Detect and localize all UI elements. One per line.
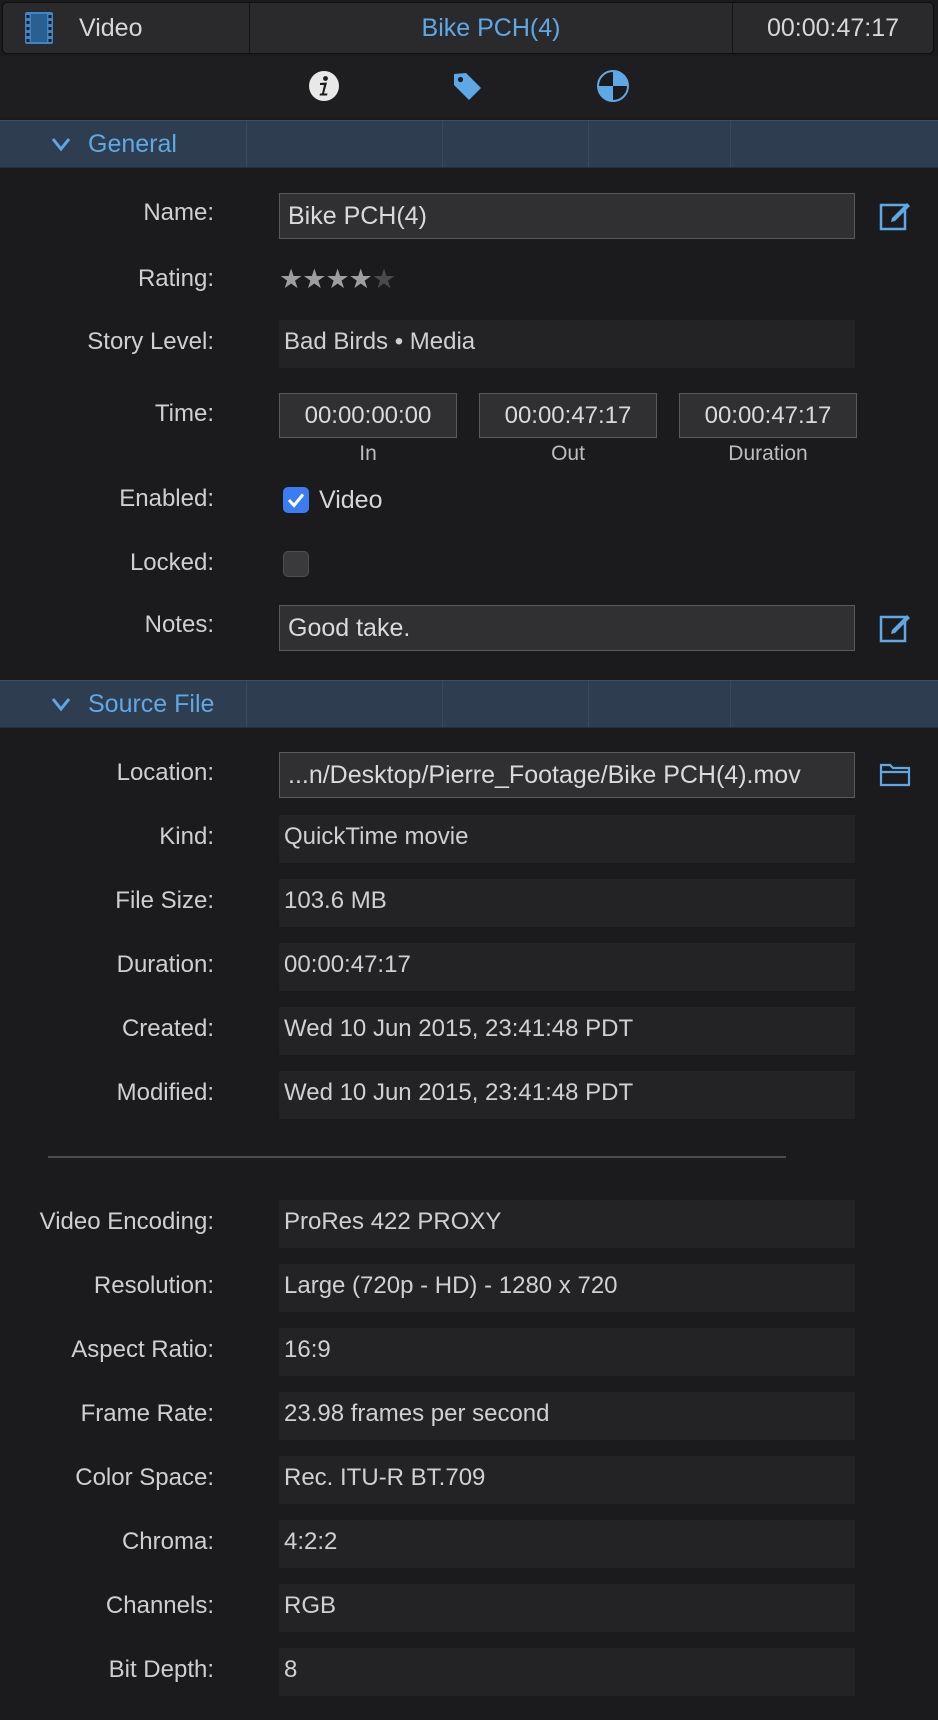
kind-label: Kind: (159, 823, 214, 850)
video-encoding-value: ProRes 422 PROXY (279, 1200, 855, 1248)
clip-name-segment: Bike PCH(4) (250, 3, 733, 53)
section-header-general[interactable]: General (0, 120, 938, 168)
edit-notes-icon[interactable] (878, 610, 912, 644)
tab-tags[interactable] (447, 66, 487, 106)
channels-label: Channels: (105, 1592, 214, 1619)
name-field[interactable]: Bike PCH(4) (279, 193, 855, 239)
name-label: Name: (143, 199, 214, 226)
locked-checkbox[interactable] (283, 551, 309, 577)
resolution-label: Resolution: (93, 1272, 214, 1299)
duration-label: Duration: (116, 951, 214, 978)
header-grid-line (588, 681, 589, 727)
rating-stars[interactable]: ★★★★★ (279, 264, 396, 295)
duration-value: 00:00:47:17 (279, 943, 855, 991)
star-icon[interactable]: ★ (302, 264, 326, 294)
time-in-field[interactable]: 00:00:00:00 (279, 393, 457, 438)
file-size-label: File Size: (115, 887, 214, 914)
location-field[interactable]: ...n/Desktop/Pierre_Footage/Bike PCH(4).… (279, 752, 855, 798)
info-icon (309, 71, 339, 101)
time-in-caption: In (359, 442, 377, 465)
header-grid-line (246, 681, 247, 727)
edit-name-icon[interactable] (878, 198, 912, 232)
bit-depth-label: Bit Depth: (108, 1656, 214, 1683)
film-strip-icon (25, 12, 53, 44)
clip-timecode: 00:00:47:17 (766, 13, 900, 42)
notes-label: Notes: (144, 611, 214, 638)
section-divider (48, 1156, 786, 1158)
created-value: Wed 10 Jun 2015, 23:41:48 PDT (279, 1007, 855, 1055)
tab-color[interactable] (593, 66, 633, 106)
color-space-label: Color Space: (75, 1464, 214, 1491)
aspect-ratio-label: Aspect Ratio: (71, 1336, 214, 1363)
notes-field[interactable]: Good take. (279, 605, 855, 651)
header-grid-line (442, 681, 443, 727)
header-grid-line (730, 681, 731, 727)
chevron-down-icon (51, 138, 71, 152)
inspector-tab-strip (0, 56, 938, 118)
location-label: Location: (116, 759, 214, 786)
frame-rate-value: 23.98 frames per second (279, 1392, 855, 1440)
star-empty-icon[interactable]: ★ (372, 264, 396, 294)
file-size-value: 103.6 MB (279, 879, 855, 927)
clip-kind-label: Video (79, 13, 143, 42)
time-duration-field[interactable]: 00:00:47:17 (679, 393, 857, 438)
modified-label: Modified: (116, 1079, 214, 1106)
inspector-title-bar: Video Bike PCH(4) 00:00:47:17 (2, 2, 934, 54)
header-grid-line (442, 121, 443, 167)
header-grid-line (730, 121, 731, 167)
aspect-ratio-value: 16:9 (279, 1328, 855, 1376)
color-space-value: Rec. ITU-R BT.709 (279, 1456, 855, 1504)
locked-label: Locked: (129, 549, 214, 576)
channels-value: RGB (279, 1584, 855, 1632)
folder-icon[interactable] (879, 760, 911, 788)
story-level-value: Bad Birds • Media (279, 320, 855, 368)
story-level-label: Story Level: (87, 328, 214, 355)
created-label: Created: (121, 1015, 214, 1042)
color-wheel-icon (597, 70, 629, 102)
clip-timecode-segment: 00:00:47:17 (733, 3, 933, 53)
time-duration-caption: Duration (728, 442, 808, 465)
section-header-source-file[interactable]: Source File (0, 680, 938, 728)
kind-value: QuickTime movie (279, 815, 855, 863)
clip-name-title: Bike PCH(4) (421, 13, 561, 42)
checkmark-icon (287, 493, 305, 508)
time-out-field[interactable]: 00:00:47:17 (479, 393, 657, 438)
chevron-down-icon (51, 698, 71, 712)
section-title-source-file: Source File (88, 690, 215, 718)
header-grid-line (588, 121, 589, 167)
enabled-video-label: Video (319, 486, 383, 514)
video-encoding-label: Video Encoding: (39, 1208, 214, 1235)
rating-label: Rating: (137, 265, 214, 292)
clip-kind-segment: Video (3, 3, 250, 53)
star-icon[interactable]: ★ (325, 264, 349, 294)
bit-depth-value: 8 (279, 1648, 855, 1696)
tag-icon (454, 73, 481, 100)
header-grid-line (246, 121, 247, 167)
resolution-value: Large (720p - HD) - 1280 x 720 (279, 1264, 855, 1312)
chroma-value: 4:2:2 (279, 1520, 855, 1568)
chroma-label: Chroma: (121, 1528, 214, 1555)
star-icon[interactable]: ★ (279, 264, 303, 294)
enabled-label: Enabled: (119, 485, 214, 512)
tab-info[interactable] (304, 66, 344, 106)
enabled-video-checkbox[interactable] (283, 487, 309, 513)
section-title-general: General (88, 130, 177, 158)
time-out-caption: Out (551, 442, 585, 465)
frame-rate-label: Frame Rate: (80, 1400, 214, 1427)
star-icon[interactable]: ★ (349, 264, 373, 294)
time-label: Time: (154, 400, 214, 427)
modified-value: Wed 10 Jun 2015, 23:41:48 PDT (279, 1071, 855, 1119)
